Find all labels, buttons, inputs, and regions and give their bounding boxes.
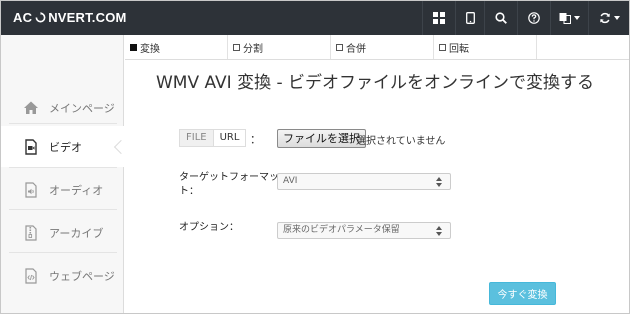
top-navbar: AC NVERT.COM — [1, 1, 629, 35]
select-caret-icon — [436, 177, 442, 187]
tab-label: 合併 — [346, 43, 366, 55]
select-caret-icon — [436, 226, 442, 236]
options-select[interactable]: 原来のビデオパラメータ保留 — [277, 222, 451, 239]
logo-text-left: AC — [13, 10, 33, 25]
sidebar-item-archive[interactable]: アーカイブ — [1, 212, 123, 253]
language-button[interactable] — [550, 1, 588, 35]
help-icon — [528, 12, 540, 24]
options-value: 原来のビデオパラメータ保留 — [283, 225, 400, 235]
grid-button[interactable] — [422, 1, 455, 35]
archive-file-icon — [25, 224, 37, 241]
search-icon — [495, 12, 507, 24]
target-format-label: ターゲットフォーマッ ト： — [179, 171, 279, 199]
tab-convert[interactable]: 変換 — [125, 35, 228, 59]
home-icon — [24, 101, 38, 114]
options-label: オプション： — [179, 222, 239, 233]
search-button[interactable] — [484, 1, 517, 35]
help-button[interactable] — [517, 1, 550, 35]
checkbox-icon — [439, 43, 446, 51]
divider — [9, 209, 117, 210]
target-format-select[interactable]: AVI — [277, 173, 451, 190]
tab-rotate[interactable]: 回転 — [434, 35, 537, 59]
sidebar: メインページ ビデオ オーディオ アーカイブ ウェブページ — [1, 35, 125, 313]
sidebar-item-label: メインページ — [49, 101, 115, 115]
code-file-icon — [25, 267, 37, 284]
divider — [9, 167, 117, 168]
tab-merge[interactable]: 合併 — [331, 35, 434, 59]
convert-now-button[interactable]: 今すぐ変換 — [489, 282, 556, 305]
logo-refresh-icon — [35, 12, 46, 23]
source-colon: ： — [250, 133, 261, 146]
app-window: AC NVERT.COM メインページ ビデオ オーディオ アーカイブ ウェブペ… — [0, 0, 630, 314]
target-format-value: AVI — [283, 176, 298, 186]
target-format-label-line1: ターゲットフォーマッ — [179, 172, 279, 183]
divider — [9, 123, 117, 124]
checkbox-icon — [233, 43, 240, 51]
logo-text-right: NVERT.COM — [48, 10, 127, 25]
choose-file-button[interactable]: ファイルを選択 — [277, 129, 366, 148]
sidebar-item-label: アーカイブ — [49, 226, 104, 240]
sidebar-item-home[interactable]: メインページ — [1, 87, 123, 128]
source-file-option[interactable]: FILE — [180, 130, 213, 146]
grid-icon — [433, 12, 445, 24]
page-title: WMV AVI 変換 - ビデオファイルをオンラインで変換する — [156, 73, 595, 93]
sidebar-item-video[interactable]: ビデオ — [1, 126, 125, 167]
divider — [9, 252, 117, 253]
tab-bar: 変換 分割 合併 回転 — [125, 35, 629, 60]
sidebar-item-label: オーディオ — [49, 183, 104, 197]
tab-split[interactable]: 分割 — [228, 35, 331, 59]
refresh-button[interactable] — [588, 1, 629, 35]
video-file-icon — [25, 138, 37, 155]
target-format-label-line2: ト： — [179, 186, 199, 197]
sidebar-item-audio[interactable]: オーディオ — [1, 169, 123, 210]
checkbox-icon — [130, 43, 137, 51]
file-status-text: 選択されていません — [356, 136, 446, 147]
sidebar-item-label: ウェブページ — [49, 269, 115, 283]
source-toggle: FILE URL — [179, 129, 247, 147]
sidebar-item-webpage[interactable]: ウェブページ — [1, 255, 123, 296]
sidebar-item-label: ビデオ — [49, 140, 82, 154]
audio-file-icon — [25, 181, 37, 198]
caret-down-icon — [574, 16, 580, 20]
checkbox-icon — [336, 43, 343, 51]
site-logo[interactable]: AC NVERT.COM — [13, 10, 127, 25]
tablet-icon — [465, 12, 475, 24]
tab-label: 変換 — [140, 43, 160, 55]
tab-label: 回転 — [449, 43, 469, 55]
tab-label: 分割 — [243, 43, 263, 55]
source-url-option[interactable]: URL — [212, 130, 246, 146]
refresh-icon — [599, 12, 610, 24]
language-icon — [559, 13, 571, 24]
tablet-button[interactable] — [455, 1, 484, 35]
caret-down-icon — [613, 16, 620, 20]
